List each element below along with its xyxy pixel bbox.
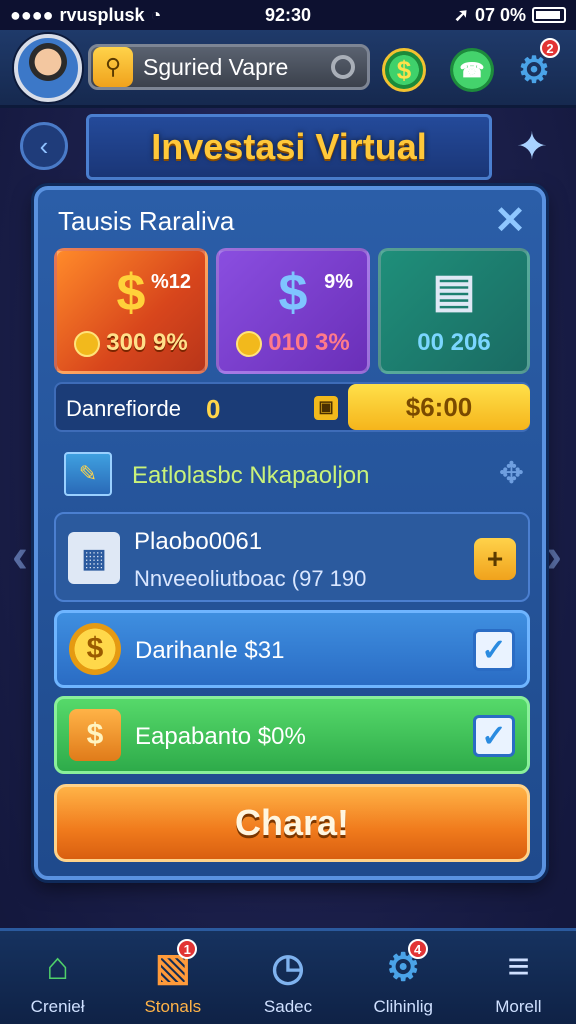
prev-arrow-icon[interactable]: ‹	[4, 528, 36, 584]
status-bar: ●●●● rvusplusk ◔ 92:30 ➚ 07 0%	[0, 0, 576, 30]
panel-title: Tausis Raraliva	[58, 206, 235, 236]
nav-item-more[interactable]: ≡ Morell	[461, 931, 576, 1024]
balance-label: Danrefiorde	[66, 396, 181, 421]
nav-badge: 4	[407, 939, 428, 959]
coin-icon	[74, 330, 101, 357]
investment-card-3[interactable]: ▤ 00 206	[378, 248, 530, 374]
investment-card-2[interactable]: $ 9% 010 3%	[216, 248, 370, 374]
nav-item-home[interactable]: ⌂ Crenieł	[0, 931, 115, 1024]
dollar-icon: $	[116, 264, 146, 322]
battery-icon	[532, 7, 566, 23]
item-title: Plaobo0061	[134, 528, 263, 555]
toggle-icon[interactable]	[331, 55, 355, 79]
back-button[interactable]: ‹	[20, 122, 68, 170]
card-value: 010 3%	[268, 329, 350, 356]
signal-icon: ●●●●	[10, 4, 54, 25]
investment-panel: Tausis Raraliva ✕ $ %12 300 9% $ 9% 010 …	[34, 186, 546, 880]
section-header: ✎ Eatlolasbc Nkapaoljon ✥	[54, 442, 530, 506]
nav-label: Sadec	[263, 997, 313, 1016]
coin-icon	[236, 330, 263, 357]
favorite-star-icon[interactable]: ✦	[516, 124, 548, 169]
chat-icon[interactable]: ☎	[450, 48, 494, 92]
wifi-icon: ◔	[150, 4, 162, 25]
wallet-icon: ▣	[314, 396, 338, 420]
investment-card-1[interactable]: $ %12 300 9%	[54, 248, 208, 374]
list-item[interactable]: $ Darihanle $31 ✓	[54, 610, 530, 688]
nav-label: Morell	[495, 997, 542, 1016]
balance-amount[interactable]: $6:00	[348, 384, 530, 430]
settings-badge: 2	[540, 38, 560, 58]
nav-label: Crenieł	[30, 997, 85, 1016]
location-icon: ➚	[453, 4, 469, 25]
card-value: 00 206	[417, 329, 491, 356]
item-title: Eapabanto $0%	[135, 723, 306, 750]
refresh-dollar-icon: $	[278, 264, 308, 322]
item-subtitle: Nnveeoliutboac (97 190	[134, 566, 367, 591]
page-title: Investasi Virtual	[151, 126, 427, 167]
money-badge-icon: $	[69, 709, 121, 761]
balance-row: Danrefiorde 0 ▣ $6:00	[54, 382, 530, 432]
avatar[interactable]	[14, 34, 82, 102]
nav-label: Clihinlig	[373, 997, 433, 1016]
nav-item-settings[interactable]: ⚙ 4 Clihinlig	[346, 931, 461, 1024]
card-percent: 9%	[324, 271, 353, 293]
player-name: Sguried Vapre	[143, 53, 289, 80]
coin-shop-icon[interactable]: $	[382, 48, 426, 92]
top-bar: ⚲ Sguried Vapre $ ☎ ⚙ 2	[0, 30, 576, 108]
bottom-nav: ⌂ Crenieł ▧ 1 Stonals ◷ Sadec ⚙ 4 Clihin…	[0, 928, 576, 1024]
list-item[interactable]: ▦ Plaobo0061 Nnveeoliutboac (97 190 +	[54, 512, 530, 602]
card-value: 300 9%	[106, 329, 188, 356]
wrench-icon[interactable]: ✥	[499, 456, 524, 491]
battery-label: 07 0%	[474, 4, 526, 25]
clock-icon: ◷	[271, 946, 305, 989]
checkbox[interactable]: ✓	[473, 715, 515, 757]
nav-item-clock[interactable]: ◷ Sadec	[230, 931, 345, 1024]
home-icon: ⌂	[46, 945, 70, 988]
section-title: Eatlolasbc Nkapaoljon	[132, 462, 370, 489]
close-icon[interactable]: ✕	[494, 198, 526, 243]
search-icon[interactable]: ⚲	[93, 47, 133, 87]
coin-bag-icon: $	[69, 623, 121, 675]
confirm-button[interactable]: Chara!	[54, 784, 530, 862]
item-title: Darihanle $31	[135, 637, 285, 664]
add-button[interactable]: +	[474, 538, 516, 580]
map-icon: ✎	[64, 452, 112, 496]
carrier-label: rvusplusk	[59, 4, 145, 25]
balance-number: 0	[206, 394, 221, 424]
confirm-button-label: Chara!	[234, 802, 350, 843]
menu-icon: ≡	[507, 945, 530, 988]
list-item[interactable]: $ Eapabanto $0% ✓	[54, 696, 530, 774]
document-chart-icon: ▤	[432, 264, 476, 316]
clock: 92:30	[264, 4, 312, 25]
nav-label: Stonals	[144, 997, 202, 1016]
nav-item-signals[interactable]: ▧ 1 Stonals	[115, 931, 230, 1024]
card-percent: %12	[150, 271, 191, 293]
clipboard-icon: ▦	[68, 532, 120, 584]
player-search-field[interactable]: ⚲ Sguried Vapre	[88, 44, 370, 90]
checkbox[interactable]: ✓	[473, 629, 515, 671]
page-title-plate: Investasi Virtual	[86, 114, 492, 180]
